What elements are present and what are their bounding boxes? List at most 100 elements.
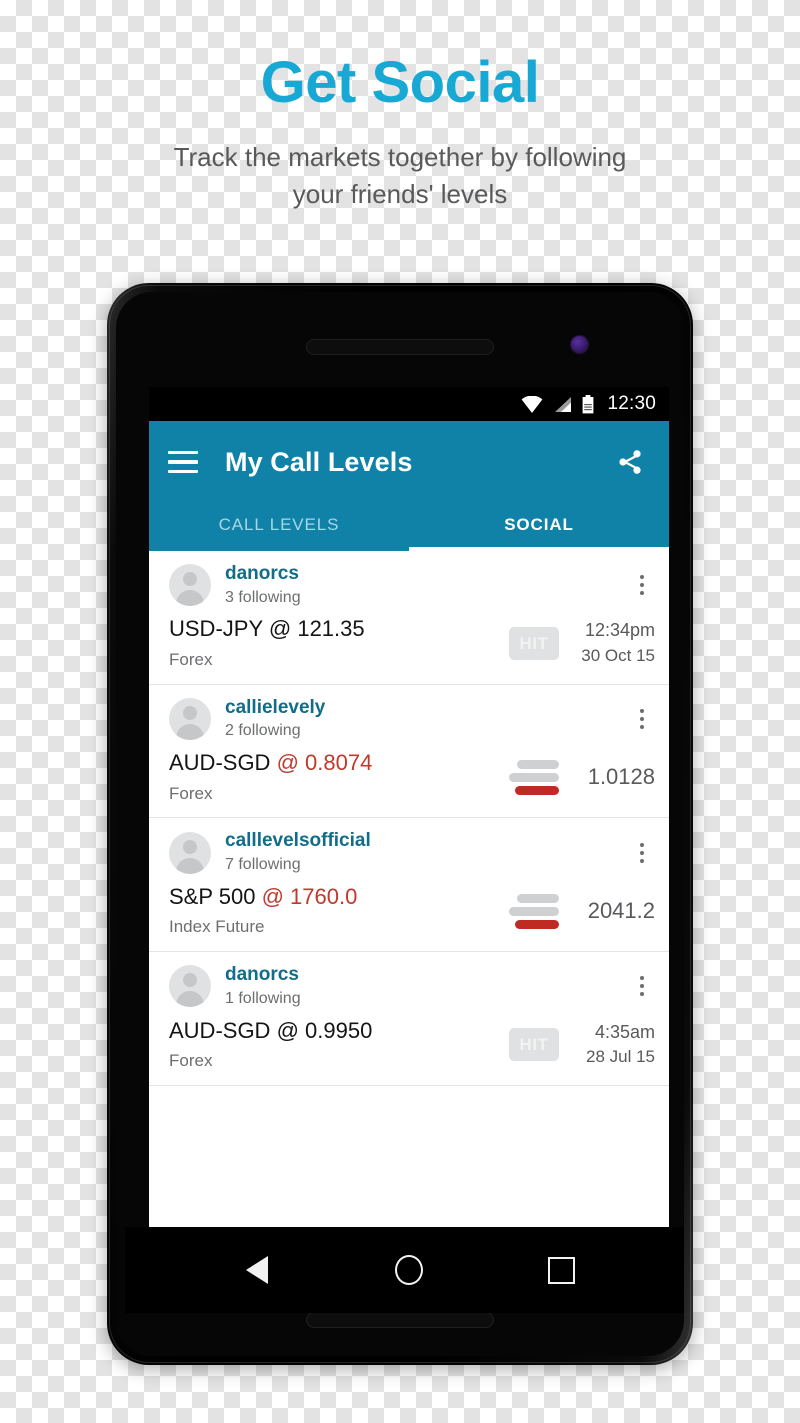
- list-item-body: AUD-SGD @ 0.9950 Forex HIT 4:35am 28 Jul…: [149, 1010, 669, 1073]
- instrument-name: S&P 500: [169, 883, 256, 909]
- kebab-dot-2: [640, 984, 644, 989]
- nav-back-button[interactable]: [240, 1253, 274, 1287]
- hamburger-line-3: [168, 469, 198, 473]
- kebab-dot-3: [640, 992, 644, 997]
- avatar-body: [176, 590, 204, 607]
- username[interactable]: callielevely: [225, 696, 629, 720]
- overflow-menu-icon[interactable]: [629, 836, 655, 870]
- phone-screen: 12:30 My Call Levels CALL LEVELS SOCIAL …: [149, 387, 669, 1227]
- wifi-icon: [522, 395, 543, 413]
- list-item[interactable]: calllevelsofficial 7 following S&P 500 @…: [149, 818, 669, 953]
- avatar-head: [183, 705, 197, 720]
- level-bar-middle: [509, 772, 559, 782]
- list-item-body: S&P 500 @ 1760.0 Index Future 2041.2: [149, 876, 669, 939]
- following-count: 7 following: [225, 856, 301, 874]
- username[interactable]: danorcs: [225, 562, 629, 586]
- nav-home-button[interactable]: [392, 1253, 426, 1287]
- back-triangle-icon: [246, 1256, 268, 1284]
- kebab-dot-3: [640, 858, 644, 863]
- instrument-name: AUD-SGD: [169, 750, 271, 776]
- recents-square-icon: [547, 1256, 575, 1284]
- list-item-header: callielevely 2 following: [149, 696, 669, 742]
- list-item[interactable]: danorcs 3 following USD-JPY @ 121.35 For…: [149, 551, 669, 685]
- hamburger-line-1: [168, 451, 198, 455]
- kebab-dot-3: [640, 591, 644, 596]
- status-badge: HIT: [509, 1028, 559, 1062]
- user-meta: calllevelsofficial 7 following: [225, 829, 629, 875]
- instrument-line: AUD-SGD @ 0.8074: [169, 749, 507, 778]
- avatar: [169, 564, 211, 607]
- tab-social-label: SOCIAL: [504, 515, 574, 534]
- call-level: 0.9950: [305, 1017, 373, 1043]
- home-circle-icon: [395, 1255, 423, 1285]
- kebab-dot-1: [640, 575, 644, 580]
- avatar-body: [176, 991, 204, 1008]
- overflow-menu-icon[interactable]: [629, 702, 655, 736]
- avatar: [169, 697, 211, 740]
- following-count: 3 following: [225, 588, 301, 606]
- timestamp-date: 28 Jul 15: [586, 1046, 655, 1066]
- at-symbol: @: [276, 750, 299, 776]
- status-badge: HIT: [509, 627, 559, 661]
- kebab-dot-1: [640, 708, 644, 713]
- level-bars-icon: [507, 755, 559, 799]
- list-item-body: USD-JPY @ 121.35 Forex HIT 12:34pm 30 Oc…: [149, 608, 669, 671]
- app-bar: My Call Levels: [149, 421, 669, 503]
- earpiece-speaker: [306, 339, 494, 355]
- tab-call-levels-label: CALL LEVELS: [218, 515, 340, 534]
- cellular-signal-icon: [555, 396, 572, 412]
- status-bar: 12:30: [149, 387, 669, 421]
- android-navigation-bar: [125, 1227, 684, 1313]
- current-price: 2041.2: [587, 898, 655, 923]
- at-symbol: @: [276, 1017, 299, 1043]
- instrument-block: USD-JPY @ 121.35 Forex: [169, 615, 509, 671]
- avatar: [169, 831, 211, 874]
- following-count: 2 following: [225, 722, 301, 740]
- avatar-head: [183, 839, 197, 854]
- level-bar-middle: [509, 906, 559, 916]
- at-symbol: @: [268, 616, 292, 642]
- avatar: [169, 965, 211, 1008]
- user-meta: danorcs 3 following: [225, 562, 629, 608]
- social-feed-list[interactable]: danorcs 3 following USD-JPY @ 121.35 For…: [149, 551, 669, 1227]
- kebab-dot-3: [640, 724, 644, 729]
- user-meta: danorcs 1 following: [225, 963, 629, 1009]
- level-bar-bottom-alert: [515, 919, 559, 929]
- phone-device: 12:30 My Call Levels CALL LEVELS SOCIAL …: [107, 283, 693, 1365]
- page-title: Get Social: [260, 50, 540, 115]
- list-item[interactable]: callielevely 2 following AUD-SGD @ 0.807…: [149, 685, 669, 819]
- overflow-menu-icon[interactable]: [629, 568, 655, 602]
- bottom-speaker-slot: [306, 1312, 494, 1328]
- asset-class: Forex: [169, 649, 213, 669]
- battery-icon: [583, 394, 594, 413]
- instrument-line: USD-JPY @ 121.35: [169, 615, 509, 644]
- front-camera-icon: [571, 336, 588, 353]
- call-level: 1760.0: [290, 883, 358, 909]
- nav-recents-button[interactable]: [544, 1253, 578, 1287]
- tab-social[interactable]: SOCIAL: [409, 503, 669, 551]
- tab-call-levels[interactable]: CALL LEVELS: [149, 503, 409, 551]
- avatar-head: [183, 572, 197, 587]
- status-block: 2041.2: [507, 889, 655, 933]
- status-block: 1.0128: [507, 755, 655, 799]
- username[interactable]: calllevelsofficial: [225, 829, 629, 853]
- avatar-body: [176, 857, 204, 874]
- kebab-dot-2: [640, 850, 644, 855]
- timestamp: 12:34pm 30 Oct 15: [571, 619, 655, 667]
- current-price: 1.0128: [587, 764, 655, 790]
- share-icon[interactable]: [613, 445, 647, 479]
- avatar-head: [183, 973, 197, 988]
- hamburger-menu-icon[interactable]: [168, 451, 198, 473]
- level-bar-bottom-alert: [515, 785, 559, 795]
- call-level: 121.35: [297, 616, 365, 642]
- asset-class: Forex: [169, 1051, 213, 1071]
- list-item-header: danorcs 1 following: [149, 963, 669, 1009]
- list-item[interactable]: danorcs 1 following AUD-SGD @ 0.9950 For…: [149, 952, 669, 1086]
- following-count: 1 following: [225, 989, 301, 1007]
- instrument-block: S&P 500 @ 1760.0 Index Future: [169, 883, 507, 939]
- overflow-menu-icon[interactable]: [629, 969, 655, 1003]
- list-item-body: AUD-SGD @ 0.8074 Forex 1.0128: [149, 742, 669, 805]
- app-bar-title: My Call Levels: [225, 446, 413, 477]
- instrument-block: AUD-SGD @ 0.9950 Forex: [169, 1017, 509, 1073]
- username[interactable]: danorcs: [225, 963, 629, 987]
